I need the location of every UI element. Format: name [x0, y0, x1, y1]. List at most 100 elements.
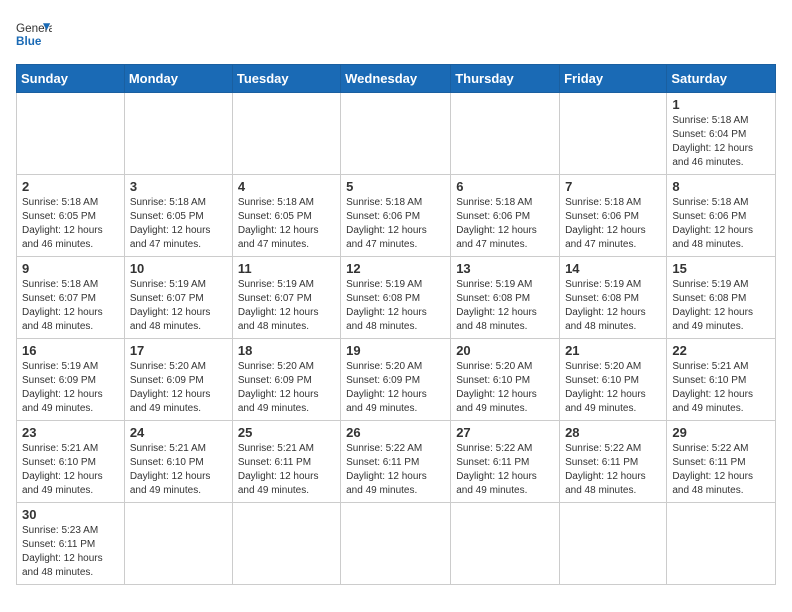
day-number: 25	[238, 425, 335, 440]
day-number: 18	[238, 343, 335, 358]
day-number: 4	[238, 179, 335, 194]
calendar-cell	[341, 503, 451, 585]
day-info: Sunrise: 5:18 AM Sunset: 6:06 PM Dayligh…	[346, 196, 445, 252]
day-number: 9	[22, 261, 119, 276]
calendar-cell: 30 Sunrise: 5:23 AM Sunset: 6:11 PM Dayli…	[17, 503, 125, 585]
day-info: Sunrise: 5:21 AM Sunset: 6:11 PM Dayligh…	[238, 442, 335, 498]
logo: General Blue	[16, 16, 52, 52]
weekday-monday: Monday	[124, 65, 232, 93]
calendar-cell: 19Sunrise: 5:20 AM Sunset: 6:09 PM Dayli…	[341, 339, 451, 421]
day-info: Sunrise: 5:18 AM Sunset: 6:07 PM Dayligh…	[22, 278, 119, 334]
day-number: 15	[672, 261, 770, 276]
day-info: Sunrise: 5:20 AM Sunset: 6:10 PM Dayligh…	[456, 360, 554, 416]
calendar-cell	[341, 93, 451, 175]
calendar-cell: 4 Sunrise: 5:18 AM Sunset: 6:05 PM Daylig…	[232, 175, 340, 257]
day-info: Sunrise: 5:18 AM Sunset: 6:06 PM Dayligh…	[456, 196, 554, 252]
day-number: 8	[672, 179, 770, 194]
day-info: Sunrise: 5:18 AM Sunset: 6:04 PM Dayligh…	[672, 114, 770, 170]
calendar-cell: 5 Sunrise: 5:18 AM Sunset: 6:06 PM Daylig…	[341, 175, 451, 257]
calendar-cell: 12 Sunrise: 5:19 AM Sunset: 6:08 PM Dayli…	[341, 257, 451, 339]
calendar-cell: 22 Sunrise: 5:21 AM Sunset: 6:10 PM Dayli…	[667, 339, 776, 421]
calendar-cell: 9 Sunrise: 5:18 AM Sunset: 6:07 PM Daylig…	[17, 257, 125, 339]
day-number: 3	[130, 179, 227, 194]
day-info: Sunrise: 5:23 AM Sunset: 6:11 PM Dayligh…	[22, 524, 119, 580]
calendar-cell	[560, 503, 667, 585]
day-info: Sunrise: 5:21 AM Sunset: 6:10 PM Dayligh…	[672, 360, 770, 416]
day-info: Sunrise: 5:22 AM Sunset: 6:11 PM Dayligh…	[565, 442, 661, 498]
day-number: 10	[130, 261, 227, 276]
calendar-cell: 3 Sunrise: 5:18 AM Sunset: 6:05 PM Daylig…	[124, 175, 232, 257]
calendar-cell	[232, 503, 340, 585]
calendar-cell: 17 Sunrise: 5:20 AM Sunset: 6:09 PM Dayli…	[124, 339, 232, 421]
calendar-week-row: 9 Sunrise: 5:18 AM Sunset: 6:07 PM Daylig…	[17, 257, 776, 339]
day-info: Sunrise: 5:18 AM Sunset: 6:05 PM Dayligh…	[130, 196, 227, 252]
day-info: Sunrise: 5:19 AM Sunset: 6:09 PM Dayligh…	[22, 360, 119, 416]
weekday-sunday: Sunday	[17, 65, 125, 93]
day-number: 2	[22, 179, 119, 194]
day-info: Sunrise: 5:22 AM Sunset: 6:11 PM Dayligh…	[346, 442, 445, 498]
calendar-cell: 14Sunrise: 5:19 AM Sunset: 6:08 PM Dayli…	[560, 257, 667, 339]
calendar-cell	[451, 93, 560, 175]
day-number: 14	[565, 261, 661, 276]
calendar-cell: 24 Sunrise: 5:21 AM Sunset: 6:10 PM Dayli…	[124, 421, 232, 503]
calendar-week-row: 2 Sunrise: 5:18 AM Sunset: 6:05 PM Daylig…	[17, 175, 776, 257]
calendar-cell: 21Sunrise: 5:20 AM Sunset: 6:10 PM Dayli…	[560, 339, 667, 421]
calendar-cell: 15 Sunrise: 5:19 AM Sunset: 6:08 PM Dayli…	[667, 257, 776, 339]
calendar-cell: 6 Sunrise: 5:18 AM Sunset: 6:06 PM Daylig…	[451, 175, 560, 257]
calendar-cell: 16 Sunrise: 5:19 AM Sunset: 6:09 PM Dayli…	[17, 339, 125, 421]
day-number: 22	[672, 343, 770, 358]
calendar-cell: 13 Sunrise: 5:19 AM Sunset: 6:08 PM Dayli…	[451, 257, 560, 339]
day-number: 26	[346, 425, 445, 440]
calendar-cell	[560, 93, 667, 175]
calendar-cell: 8Sunrise: 5:18 AM Sunset: 6:06 PM Daylig…	[667, 175, 776, 257]
calendar-cell: 26 Sunrise: 5:22 AM Sunset: 6:11 PM Dayli…	[341, 421, 451, 503]
calendar-cell	[124, 93, 232, 175]
day-info: Sunrise: 5:22 AM Sunset: 6:11 PM Dayligh…	[456, 442, 554, 498]
weekday-saturday: Saturday	[667, 65, 776, 93]
day-info: Sunrise: 5:21 AM Sunset: 6:10 PM Dayligh…	[130, 442, 227, 498]
day-info: Sunrise: 5:21 AM Sunset: 6:10 PM Dayligh…	[22, 442, 119, 498]
day-number: 12	[346, 261, 445, 276]
weekday-friday: Friday	[560, 65, 667, 93]
generalblue-logo-icon: General Blue	[16, 16, 52, 52]
calendar-cell	[17, 93, 125, 175]
calendar-cell: 20 Sunrise: 5:20 AM Sunset: 6:10 PM Dayli…	[451, 339, 560, 421]
day-info: Sunrise: 5:19 AM Sunset: 6:08 PM Dayligh…	[346, 278, 445, 334]
calendar-cell: 25 Sunrise: 5:21 AM Sunset: 6:11 PM Dayli…	[232, 421, 340, 503]
day-number: 28	[565, 425, 661, 440]
day-number: 5	[346, 179, 445, 194]
weekday-wednesday: Wednesday	[341, 65, 451, 93]
calendar-cell: 2Sunrise: 5:18 AM Sunset: 6:05 PM Daylig…	[17, 175, 125, 257]
day-number: 30	[22, 507, 119, 522]
day-info: Sunrise: 5:20 AM Sunset: 6:09 PM Dayligh…	[130, 360, 227, 416]
day-info: Sunrise: 5:18 AM Sunset: 6:06 PM Dayligh…	[565, 196, 661, 252]
day-info: Sunrise: 5:19 AM Sunset: 6:08 PM Dayligh…	[672, 278, 770, 334]
day-number: 23	[22, 425, 119, 440]
day-info: Sunrise: 5:20 AM Sunset: 6:09 PM Dayligh…	[238, 360, 335, 416]
calendar-cell: 28 Sunrise: 5:22 AM Sunset: 6:11 PM Dayli…	[560, 421, 667, 503]
day-number: 1	[672, 97, 770, 112]
calendar-cell	[124, 503, 232, 585]
day-number: 6	[456, 179, 554, 194]
day-number: 20	[456, 343, 554, 358]
day-number: 13	[456, 261, 554, 276]
calendar-cell: 1 Sunrise: 5:18 AM Sunset: 6:04 PM Daylig…	[667, 93, 776, 175]
day-info: Sunrise: 5:20 AM Sunset: 6:09 PM Dayligh…	[346, 360, 445, 416]
calendar-week-row: 30 Sunrise: 5:23 AM Sunset: 6:11 PM Dayli…	[17, 503, 776, 585]
page-header: General Blue	[16, 16, 776, 52]
svg-text:Blue: Blue	[16, 35, 42, 48]
day-number: 17	[130, 343, 227, 358]
day-info: Sunrise: 5:18 AM Sunset: 6:05 PM Dayligh…	[238, 196, 335, 252]
calendar-cell	[451, 503, 560, 585]
day-number: 27	[456, 425, 554, 440]
weekday-tuesday: Tuesday	[232, 65, 340, 93]
calendar-cell	[667, 503, 776, 585]
day-number: 16	[22, 343, 119, 358]
calendar-cell: 11Sunrise: 5:19 AM Sunset: 6:07 PM Dayli…	[232, 257, 340, 339]
calendar-cell: 23 Sunrise: 5:21 AM Sunset: 6:10 PM Dayli…	[17, 421, 125, 503]
day-info: Sunrise: 5:19 AM Sunset: 6:07 PM Dayligh…	[130, 278, 227, 334]
day-number: 24	[130, 425, 227, 440]
day-info: Sunrise: 5:22 AM Sunset: 6:11 PM Dayligh…	[672, 442, 770, 498]
calendar-week-row: 16 Sunrise: 5:19 AM Sunset: 6:09 PM Dayli…	[17, 339, 776, 421]
day-info: Sunrise: 5:19 AM Sunset: 6:08 PM Dayligh…	[456, 278, 554, 334]
